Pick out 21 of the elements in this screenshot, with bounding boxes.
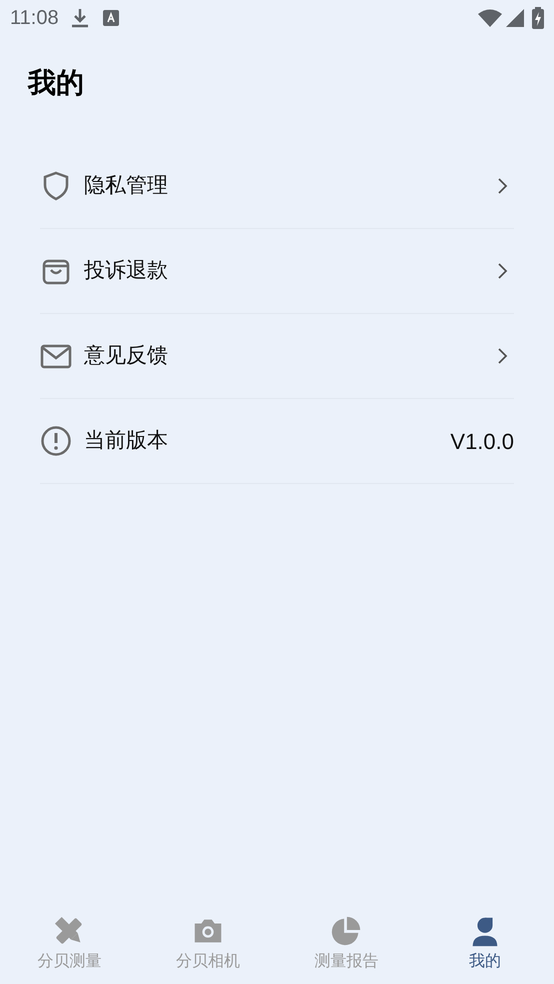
signal-icon	[506, 9, 524, 27]
menu-label: 隐私管理	[84, 173, 168, 200]
menu-label: 当前版本	[84, 428, 168, 454]
tab[interactable]: 我的	[416, 904, 554, 974]
download-icon	[70, 8, 89, 28]
keyboard-icon	[102, 10, 119, 26]
chevron-right-icon	[498, 178, 508, 194]
menu-label: 意见反馈	[84, 343, 168, 370]
battery-icon	[532, 7, 544, 29]
version-value: V1.0.0	[450, 428, 514, 456]
menu-label: 投诉退款	[84, 258, 168, 284]
page-title: 我的	[28, 66, 85, 100]
wifi-icon	[478, 9, 502, 27]
menu-item[interactable]: 意见反馈	[40, 314, 514, 399]
menu-item[interactable]: 隐私管理	[40, 144, 514, 229]
chevron-right-icon	[498, 348, 508, 364]
menu-item[interactable]: 投诉退款	[40, 229, 514, 314]
status-time: 11:08	[10, 6, 59, 31]
info-icon	[40, 425, 72, 457]
menu-item[interactable]: 当前版本 V1.0.0	[40, 399, 514, 484]
chevron-right-icon	[498, 263, 508, 279]
